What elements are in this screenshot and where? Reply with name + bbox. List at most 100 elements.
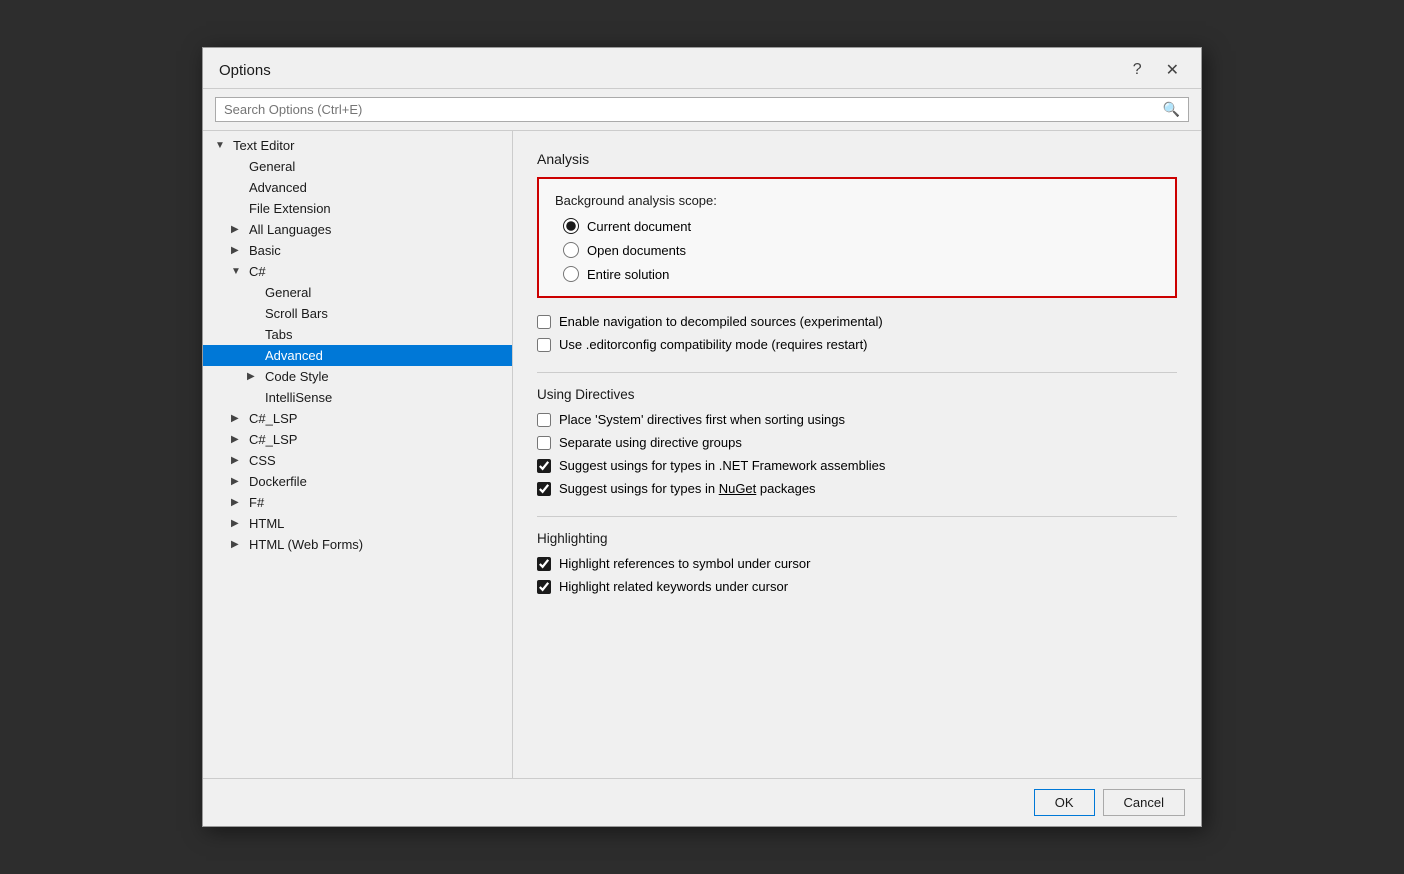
sidebar-item-html-webforms[interactable]: ▶ HTML (Web Forms) [203,534,512,555]
sidebar-label-html: HTML [249,516,284,531]
tree-arrow-csharp-lsp1: ▶ [231,413,245,424]
analysis-scope-box: Background analysis scope: Current docum… [537,177,1177,298]
checkbox-label-suggest-net: Suggest usings for types in .NET Framewo… [559,458,885,473]
tree-arrow-code-style: ▶ [247,371,261,382]
analysis-section: Analysis Background analysis scope: Curr… [537,151,1177,352]
checkbox-item-editorconfig[interactable]: Use .editorconfig compatibility mode (re… [537,337,1177,352]
checkbox-system-first[interactable] [537,413,551,427]
help-button[interactable]: ? [1127,59,1148,81]
search-bar: 🔍 [203,89,1201,131]
radio-label-current-doc: Current document [587,219,691,234]
checkbox-item-suggest-net[interactable]: Suggest usings for types in .NET Framewo… [537,458,1177,473]
sidebar-label-tabs: Tabs [265,327,292,342]
radio-entire-solution[interactable] [563,266,579,282]
sidebar-item-advanced-top[interactable]: Advanced [203,177,512,198]
main-content: ▼Text EditorGeneralAdvancedFile Extensio… [203,131,1201,778]
checkbox-label-highlight-refs: Highlight references to symbol under cur… [559,556,810,571]
sidebar-label-html-webforms: HTML (Web Forms) [249,537,363,552]
sidebar-label-css: CSS [249,453,276,468]
sidebar-item-dockerfile[interactable]: ▶Dockerfile [203,471,512,492]
sidebar-item-csharp-lsp1[interactable]: ▶C#_LSP [203,408,512,429]
sidebar-item-advanced-selected[interactable]: Advanced [203,345,512,366]
checkbox-item-highlight-keywords[interactable]: Highlight related keywords under cursor [537,579,1177,594]
sidebar-label-fsharp: F# [249,495,264,510]
sidebar-item-code-style[interactable]: ▶ Code Style [203,366,512,387]
radio-item-open-docs[interactable]: Open documents [563,242,1159,258]
search-input-wrap: 🔍 [215,97,1189,122]
checkbox-highlight-keywords[interactable] [537,580,551,594]
using-checkboxes: Place 'System' directives first when sor… [537,412,1177,496]
using-directives-title: Using Directives [537,387,1177,402]
checkbox-label-system-first: Place 'System' directives first when sor… [559,412,845,427]
highlighting-section: Highlighting Highlight references to sym… [537,531,1177,594]
sidebar-item-csharp-lsp2[interactable]: ▶ C#_LSP [203,429,512,450]
sidebar-item-html[interactable]: ▶ HTML [203,513,512,534]
sidebar-item-tabs[interactable]: Tabs [203,324,512,345]
sidebar-label-all-languages: All Languages [249,222,331,237]
dialog-title: Options [219,62,271,79]
sidebar: ▼Text EditorGeneralAdvancedFile Extensio… [203,131,513,778]
ok-button[interactable]: OK [1034,789,1095,816]
sidebar-label-intellisense: IntelliSense [265,390,332,405]
tree-arrow-html: ▶ [231,518,245,529]
sidebar-label-advanced-selected: Advanced [265,348,323,363]
sidebar-label-csharp-lsp2: C#_LSP [249,432,297,447]
search-input[interactable] [224,102,1163,117]
sidebar-item-text-editor[interactable]: ▼Text Editor [203,135,512,156]
sidebar-item-general[interactable]: General [203,156,512,177]
checkbox-label-suggest-nuget: Suggest usings for types in NuGet packag… [559,481,816,496]
sidebar-label-advanced-top: Advanced [249,180,307,195]
sidebar-item-scroll-bars[interactable]: Scroll Bars [203,303,512,324]
radio-open-docs[interactable] [563,242,579,258]
checkbox-label-editorconfig: Use .editorconfig compatibility mode (re… [559,337,868,352]
search-icon: 🔍 [1163,101,1180,118]
checkbox-separate-groups[interactable] [537,436,551,450]
checkbox-item-highlight-refs[interactable]: Highlight references to symbol under cur… [537,556,1177,571]
sidebar-item-csharp[interactable]: ▼ C# [203,261,512,282]
highlighting-title: Highlighting [537,531,1177,546]
footer: OK Cancel [203,778,1201,826]
close-button[interactable]: ✕ [1160,58,1185,82]
checkbox-item-system-first[interactable]: Place 'System' directives first when sor… [537,412,1177,427]
checkbox-suggest-nuget[interactable] [537,482,551,496]
checkbox-item-nav-decompiled[interactable]: Enable navigation to decompiled sources … [537,314,1177,329]
checkbox-item-suggest-nuget[interactable]: Suggest usings for types in NuGet packag… [537,481,1177,496]
radio-current-doc[interactable] [563,218,579,234]
sidebar-item-csharp-general[interactable]: General [203,282,512,303]
radio-item-current-doc[interactable]: Current document [563,218,1159,234]
tree-arrow-csharp: ▼ [231,266,245,277]
sidebar-item-css[interactable]: ▶ CSS [203,450,512,471]
sidebar-item-basic[interactable]: ▶Basic [203,240,512,261]
sidebar-tree: ▼Text EditorGeneralAdvancedFile Extensio… [203,135,512,555]
cancel-button[interactable]: Cancel [1103,789,1185,816]
checkbox-label-separate-groups: Separate using directive groups [559,435,742,450]
sidebar-label-csharp: C# [249,264,266,279]
analysis-checkboxes: Enable navigation to decompiled sources … [537,314,1177,352]
checkbox-nav-decompiled[interactable] [537,315,551,329]
tree-arrow-css: ▶ [231,455,245,466]
sidebar-item-all-languages[interactable]: ▶ All Languages [203,219,512,240]
checkbox-item-separate-groups[interactable]: Separate using directive groups [537,435,1177,450]
checkbox-highlight-refs[interactable] [537,557,551,571]
sidebar-item-file-extension[interactable]: File Extension [203,198,512,219]
sidebar-label-file-extension: File Extension [249,201,331,216]
highlighting-checkboxes: Highlight references to symbol under cur… [537,556,1177,594]
tree-arrow-html-webforms: ▶ [231,539,245,550]
checkbox-label-nav-decompiled: Enable navigation to decompiled sources … [559,314,883,329]
sidebar-item-fsharp[interactable]: ▶ F# [203,492,512,513]
sidebar-label-scroll-bars: Scroll Bars [265,306,328,321]
radio-item-entire-solution[interactable]: Entire solution [563,266,1159,282]
tree-arrow-all-languages: ▶ [231,224,245,235]
options-dialog: Options ? ✕ 🔍 ▼Text EditorGeneralAdvance… [202,47,1202,827]
checkbox-suggest-net[interactable] [537,459,551,473]
sidebar-label-text-editor: Text Editor [233,138,294,153]
radio-label-entire-solution: Entire solution [587,267,669,282]
sidebar-label-csharp-general: General [265,285,311,300]
title-bar: Options ? ✕ [203,48,1201,89]
sidebar-label-dockerfile: Dockerfile [249,474,307,489]
tree-arrow-fsharp: ▶ [231,497,245,508]
tree-arrow-csharp-lsp2: ▶ [231,434,245,445]
sidebar-item-intellisense[interactable]: IntelliSense [203,387,512,408]
sidebar-label-code-style: Code Style [265,369,329,384]
checkbox-editorconfig[interactable] [537,338,551,352]
